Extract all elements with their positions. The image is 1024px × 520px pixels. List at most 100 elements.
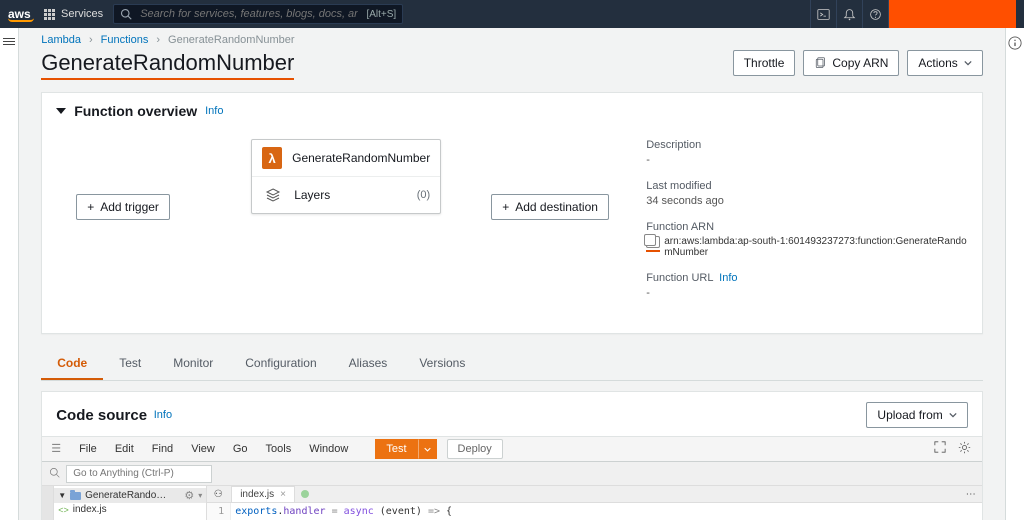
environment-sidebar[interactable]: Environment	[42, 486, 54, 520]
grid-icon	[44, 9, 55, 20]
overview-header[interactable]: Function overview Info	[42, 93, 982, 129]
fnurl-label: Function URL	[646, 272, 713, 284]
right-info-rail	[1005, 28, 1024, 520]
tree-dropdown-icon[interactable]: ▾	[198, 491, 202, 500]
tab-configuration[interactable]: Configuration	[229, 348, 332, 380]
actions-button[interactable]: Actions	[907, 50, 982, 76]
copy-arn-icon[interactable]	[646, 236, 660, 248]
arn-label: Function ARN	[646, 221, 968, 233]
left-rail	[0, 28, 19, 520]
menu-go[interactable]: Go	[224, 436, 257, 462]
add-trigger-button[interactable]: + Add trigger	[76, 194, 170, 220]
gear-icon[interactable]	[958, 441, 972, 457]
gear-icon[interactable]: ⚙	[184, 489, 194, 502]
caret-down-icon	[56, 108, 66, 114]
add-destination-label: Add destination	[515, 200, 598, 214]
tree-file-node[interactable]: <> index.js	[54, 503, 206, 516]
throttle-button[interactable]: Throttle	[733, 50, 796, 76]
overview-title: Function overview	[74, 103, 197, 119]
code-lines[interactable]: exports.handler = async (event) => { // …	[231, 503, 546, 520]
copy-icon	[814, 57, 826, 69]
description-label: Description	[646, 139, 968, 151]
layers-count: (0)	[417, 189, 430, 201]
fnurl-info-link[interactable]: Info	[719, 272, 737, 284]
close-icon[interactable]: ×	[280, 489, 286, 500]
tab-test[interactable]: Test	[103, 348, 157, 380]
search-icon	[120, 8, 132, 20]
menu-edit[interactable]: Edit	[106, 436, 143, 462]
deploy-button[interactable]: Deploy	[447, 439, 503, 459]
lastmod-value: 34 seconds ago	[646, 195, 968, 207]
fnurl-label-row: Function URL Info	[646, 272, 968, 284]
layers-label: Layers	[294, 188, 330, 202]
overview-info-link[interactable]: Info	[205, 105, 223, 117]
file-icon: <>	[58, 505, 69, 515]
chevron-right-icon: ›	[156, 34, 160, 46]
code-source-info-link[interactable]: Info	[154, 409, 172, 421]
services-label: Services	[61, 8, 103, 20]
search-input[interactable]	[138, 7, 360, 21]
caret-down-icon	[949, 411, 957, 419]
actions-label: Actions	[918, 56, 957, 70]
function-metadata: Description - Last modified 34 seconds a…	[636, 139, 968, 313]
add-destination-button[interactable]: + Add destination	[491, 194, 609, 220]
menu-tools[interactable]: Tools	[257, 436, 301, 462]
tab-aliases[interactable]: Aliases	[333, 348, 404, 380]
test-dropdown-button[interactable]	[418, 439, 437, 459]
line-gutter: 123456789	[207, 503, 231, 520]
file-tree: ▼ GenerateRandomN ⚙ ▾ <> index.js	[54, 486, 207, 520]
editor-tab-indexjs[interactable]: index.js ×	[231, 486, 295, 502]
hamburger-icon[interactable]	[3, 36, 15, 520]
layers-icon	[262, 184, 284, 206]
search-icon	[42, 467, 66, 481]
copy-arn-label: Copy ARN	[832, 56, 888, 70]
main-content: Lambda › Functions › GenerateRandomNumbe…	[19, 28, 1005, 520]
fullscreen-icon[interactable]	[934, 441, 948, 457]
code-source-title: Code source	[56, 407, 147, 424]
notifications-icon[interactable]	[836, 0, 862, 28]
function-box[interactable]: λ GenerateRandomNumber Layers (0)	[251, 139, 441, 214]
breadcrumb-lambda[interactable]: Lambda	[41, 34, 81, 46]
lambda-icon: λ	[262, 147, 282, 169]
tree-root-label: GenerateRandomN	[85, 490, 167, 501]
copy-arn-button[interactable]: Copy ARN	[803, 50, 899, 76]
lastmod-label: Last modified	[646, 180, 968, 192]
tabs-dropdown-icon[interactable]: ⚇	[211, 489, 225, 500]
menu-window[interactable]: Window	[300, 436, 357, 462]
cloudshell-icon[interactable]	[810, 0, 836, 28]
function-overview-panel: Function overview Info λ GenerateRandomN…	[41, 92, 983, 334]
tab-monitor[interactable]: Monitor	[157, 348, 229, 380]
tab-code[interactable]: Code	[41, 348, 103, 380]
test-button[interactable]: Test	[375, 439, 417, 459]
help-icon[interactable]	[862, 0, 888, 28]
upload-from-label: Upload from	[877, 408, 942, 422]
aws-logo[interactable]: aws	[8, 7, 34, 22]
arn-value: arn:aws:lambda:ap-south-1:601493237273:f…	[664, 236, 968, 258]
layers-row[interactable]: Layers (0)	[252, 177, 440, 213]
editor-tabs: ⚇ index.js × ⋯	[207, 486, 982, 503]
editor-tab-label: index.js	[240, 489, 274, 500]
tab-overflow-icon[interactable]: ⋯	[960, 489, 982, 500]
tab-versions[interactable]: Versions	[403, 348, 481, 380]
menu-view[interactable]: View	[182, 436, 224, 462]
caret-down-icon	[964, 59, 972, 67]
menu-file[interactable]: File	[70, 436, 106, 462]
info-icon[interactable]	[1008, 36, 1022, 520]
function-name-row[interactable]: λ GenerateRandomNumber	[252, 140, 440, 177]
goto-input[interactable]	[66, 465, 212, 483]
editor-search-row	[42, 462, 982, 486]
global-search[interactable]: [Alt+S]	[113, 4, 403, 24]
caret-down-icon: ▼	[58, 491, 66, 500]
description-value: -	[646, 154, 968, 166]
tree-root-node[interactable]: ▼ GenerateRandomN ⚙ ▾	[54, 488, 206, 503]
topnav-right	[810, 0, 1016, 28]
code-editor[interactable]: 123456789 exports.handler = async (event…	[207, 503, 982, 520]
upload-from-button[interactable]: Upload from	[866, 402, 967, 428]
breadcrumb-functions[interactable]: Functions	[101, 34, 149, 46]
menu-find[interactable]: Find	[143, 436, 182, 462]
caret-down-icon	[424, 446, 431, 453]
breadcrumb: Lambda › Functions › GenerateRandomNumbe…	[19, 28, 1005, 50]
account-region-block[interactable]	[888, 0, 1016, 28]
editor-area: Environment ▼ GenerateRandomN ⚙ ▾ <> ind…	[42, 486, 982, 520]
services-menu[interactable]: Services	[44, 8, 103, 20]
